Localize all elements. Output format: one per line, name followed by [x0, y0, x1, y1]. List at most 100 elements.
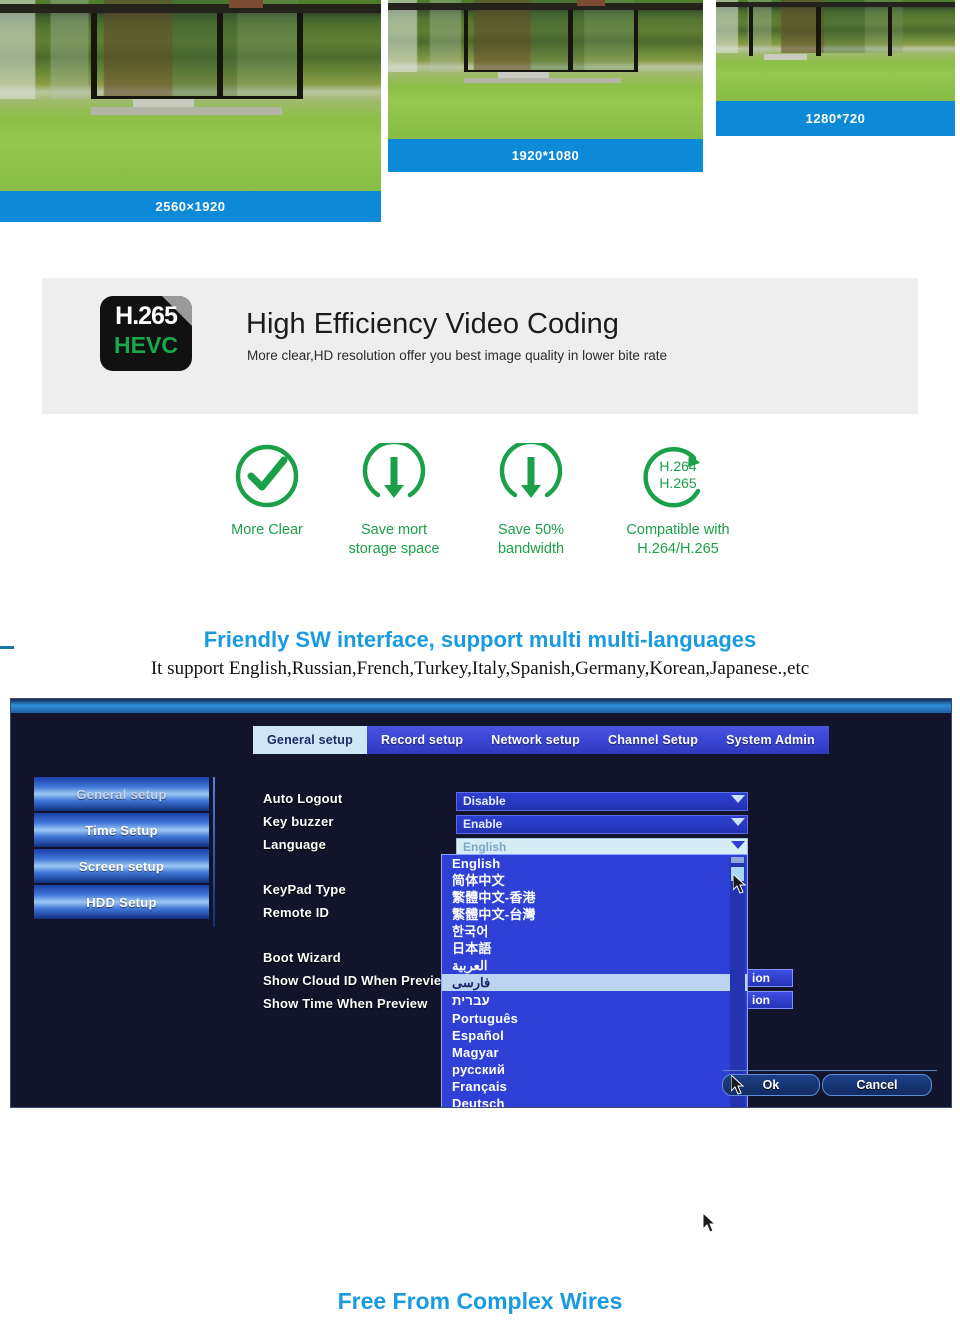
label-boot-wizard: Boot Wizard	[263, 950, 341, 965]
check-circle-icon	[235, 444, 299, 508]
dvr-title-bar	[11, 699, 951, 713]
tab-record-setup[interactable]: Record setup	[366, 726, 478, 754]
down-arrow-circle-icon	[499, 443, 563, 498]
dropdown-option[interactable]: Deutsch	[442, 1095, 747, 1107]
form-row-auto-logout: Auto Logout Disable	[263, 791, 943, 814]
feature-compatible-line1: Compatible with	[626, 522, 730, 538]
feature-save-storage: Save mort storage space	[333, 443, 455, 559]
dropdown-option[interactable]: Magyar	[442, 1044, 747, 1061]
dropdown-option[interactable]: русский	[442, 1061, 747, 1078]
photo-beam	[91, 95, 301, 99]
feature-save-bandwidth: Save 50% bandwidth	[470, 443, 592, 559]
chevron-down-icon	[731, 818, 745, 826]
photo-path	[91, 106, 282, 115]
sidebar-item-general-setup-label: General setup	[76, 786, 167, 802]
cursor-arrow-icon	[732, 872, 747, 894]
dropdown-option[interactable]: עברית	[442, 991, 747, 1010]
photo-chimney	[577, 0, 606, 6]
resolution-caption-3: 1280*720	[716, 101, 955, 136]
label-keypad-type: KeyPad Type	[263, 882, 346, 897]
sidebar-item-time-setup-label: Time Setup	[85, 822, 158, 838]
photo-1920x1080	[388, 0, 703, 139]
dropdown-option[interactable]: Português	[442, 1010, 747, 1027]
sidebar-item-general-setup[interactable]: General setup	[34, 777, 209, 811]
cursor-arrow-icon	[702, 1211, 717, 1233]
photo-beam	[888, 7, 892, 56]
dropdown-option[interactable]: Français	[442, 1078, 747, 1095]
position-button-show-time-label: ion	[752, 993, 770, 1007]
feature-save-storage-line2: storage space	[348, 541, 440, 557]
feature-save-bandwidth-line2: bandwidth	[497, 541, 565, 557]
select-language-value: English	[463, 840, 507, 854]
mouse-cursor-bottom	[702, 1211, 717, 1238]
tab-general-setup[interactable]: General setup	[253, 726, 367, 754]
select-key-buzzer-value: Enable	[463, 817, 503, 831]
photo-roofline	[0, 3, 381, 14]
dropdown-option[interactable]: العربية	[442, 957, 747, 974]
dropdown-option[interactable]: Español	[442, 1027, 747, 1044]
resolution-caption-2-label: 1920*1080	[511, 148, 580, 163]
tab-network-setup[interactable]: Network setup	[477, 726, 594, 754]
feature-more-clear: More Clear	[206, 443, 328, 540]
sidebar-item-screen-setup[interactable]: Screen setup	[34, 849, 209, 883]
select-auto-logout-value: Disable	[463, 794, 506, 808]
language-dropdown-list-top[interactable]: English 简体中文 繁體中文-香港 繁體中文-台灣 한국어 日本語 الع…	[441, 854, 748, 1107]
dropdown-option[interactable]: 日本語	[442, 940, 747, 957]
scroll-up-arrow-icon[interactable]	[731, 857, 744, 863]
tab-channel-setup-label: Channel Setup	[607, 733, 699, 747]
tab-system-admin-label: System Admin	[726, 733, 815, 747]
cancel-button[interactable]: Cancel	[822, 1074, 932, 1096]
resolution-caption-2: 1920*1080	[388, 139, 703, 172]
codec-compatible-icon: H.264 H.265	[643, 446, 701, 508]
photo-roofline	[388, 2, 703, 10]
dvr-sidebar[interactable]: General setup Time Setup Screen setup HD…	[34, 777, 209, 921]
mouse-cursor-top	[732, 872, 747, 899]
label-show-cloud-id: Show Cloud ID When Preview	[263, 973, 452, 988]
photo-beam	[567, 9, 573, 73]
page-subheadline: It support English,Russian,French,Turkey…	[150, 658, 810, 679]
hevc-title: High Efficiency Video Coding	[246, 308, 619, 340]
dropdown-option[interactable]: 简体中文	[442, 872, 747, 889]
dropdown-option[interactable]: 한국어	[442, 923, 747, 940]
photo-1280x720	[716, 0, 955, 101]
resolution-caption-3-label: 1280*720	[805, 111, 866, 126]
dropdown-option[interactable]: 繁體中文-台灣	[442, 906, 747, 923]
dropdown-option[interactable]: 繁體中文-香港	[442, 889, 747, 906]
photo-beam	[633, 9, 639, 73]
feature-compatible-line2: H.264/H.265	[637, 541, 719, 557]
photo-beam	[217, 13, 224, 100]
photo-steps	[763, 53, 807, 60]
tab-general-setup-label: General setup	[267, 733, 353, 747]
dropdown-option-selected[interactable]: فارسی	[442, 974, 747, 991]
select-key-buzzer[interactable]: Enable	[456, 815, 748, 834]
photo-beam	[816, 7, 821, 56]
chevron-down-icon	[731, 795, 745, 803]
feature-save-storage-line1: Save mort	[360, 522, 428, 538]
label-auto-logout: Auto Logout	[263, 791, 343, 806]
label-language: Language	[263, 837, 326, 852]
photo-beam	[749, 7, 754, 56]
dvr-tab-bar[interactable]: General setup Record setup Network setup…	[253, 726, 829, 754]
dvr-interface-panel: General setup Record setup Network setup…	[10, 698, 952, 1108]
form-row-key-buzzer: Key buzzer Enable	[263, 814, 943, 837]
photo-beam	[91, 13, 97, 100]
resolution-caption-1-label: 2560×1920	[155, 199, 226, 214]
down-arrow-circle-icon	[362, 443, 426, 498]
tab-channel-setup[interactable]: Channel Setup	[593, 726, 713, 754]
sidebar-item-hdd-setup[interactable]: HDD Setup	[34, 885, 209, 919]
photo-chimney	[228, 0, 263, 8]
feature-save-bandwidth-line1: Save 50%	[497, 522, 565, 538]
photo-beam	[463, 9, 468, 73]
sidebar-item-time-setup[interactable]: Time Setup	[34, 813, 209, 847]
select-auto-logout[interactable]: Disable	[456, 792, 748, 811]
svg-text:H.264: H.264	[659, 458, 697, 474]
footer-headline: Free From Complex Wires	[337, 1288, 623, 1314]
sidebar-item-screen-setup-label: Screen setup	[78, 858, 165, 874]
label-remote-id: Remote ID	[263, 905, 330, 920]
photo-path	[463, 77, 622, 84]
photo-glass-overlay	[388, 0, 703, 73]
position-button-cloud-id-label: ion	[752, 971, 770, 985]
tab-system-admin[interactable]: System Admin	[712, 726, 829, 754]
dropdown-option[interactable]: English	[442, 855, 747, 872]
ok-button-label: Ok	[762, 1078, 780, 1092]
